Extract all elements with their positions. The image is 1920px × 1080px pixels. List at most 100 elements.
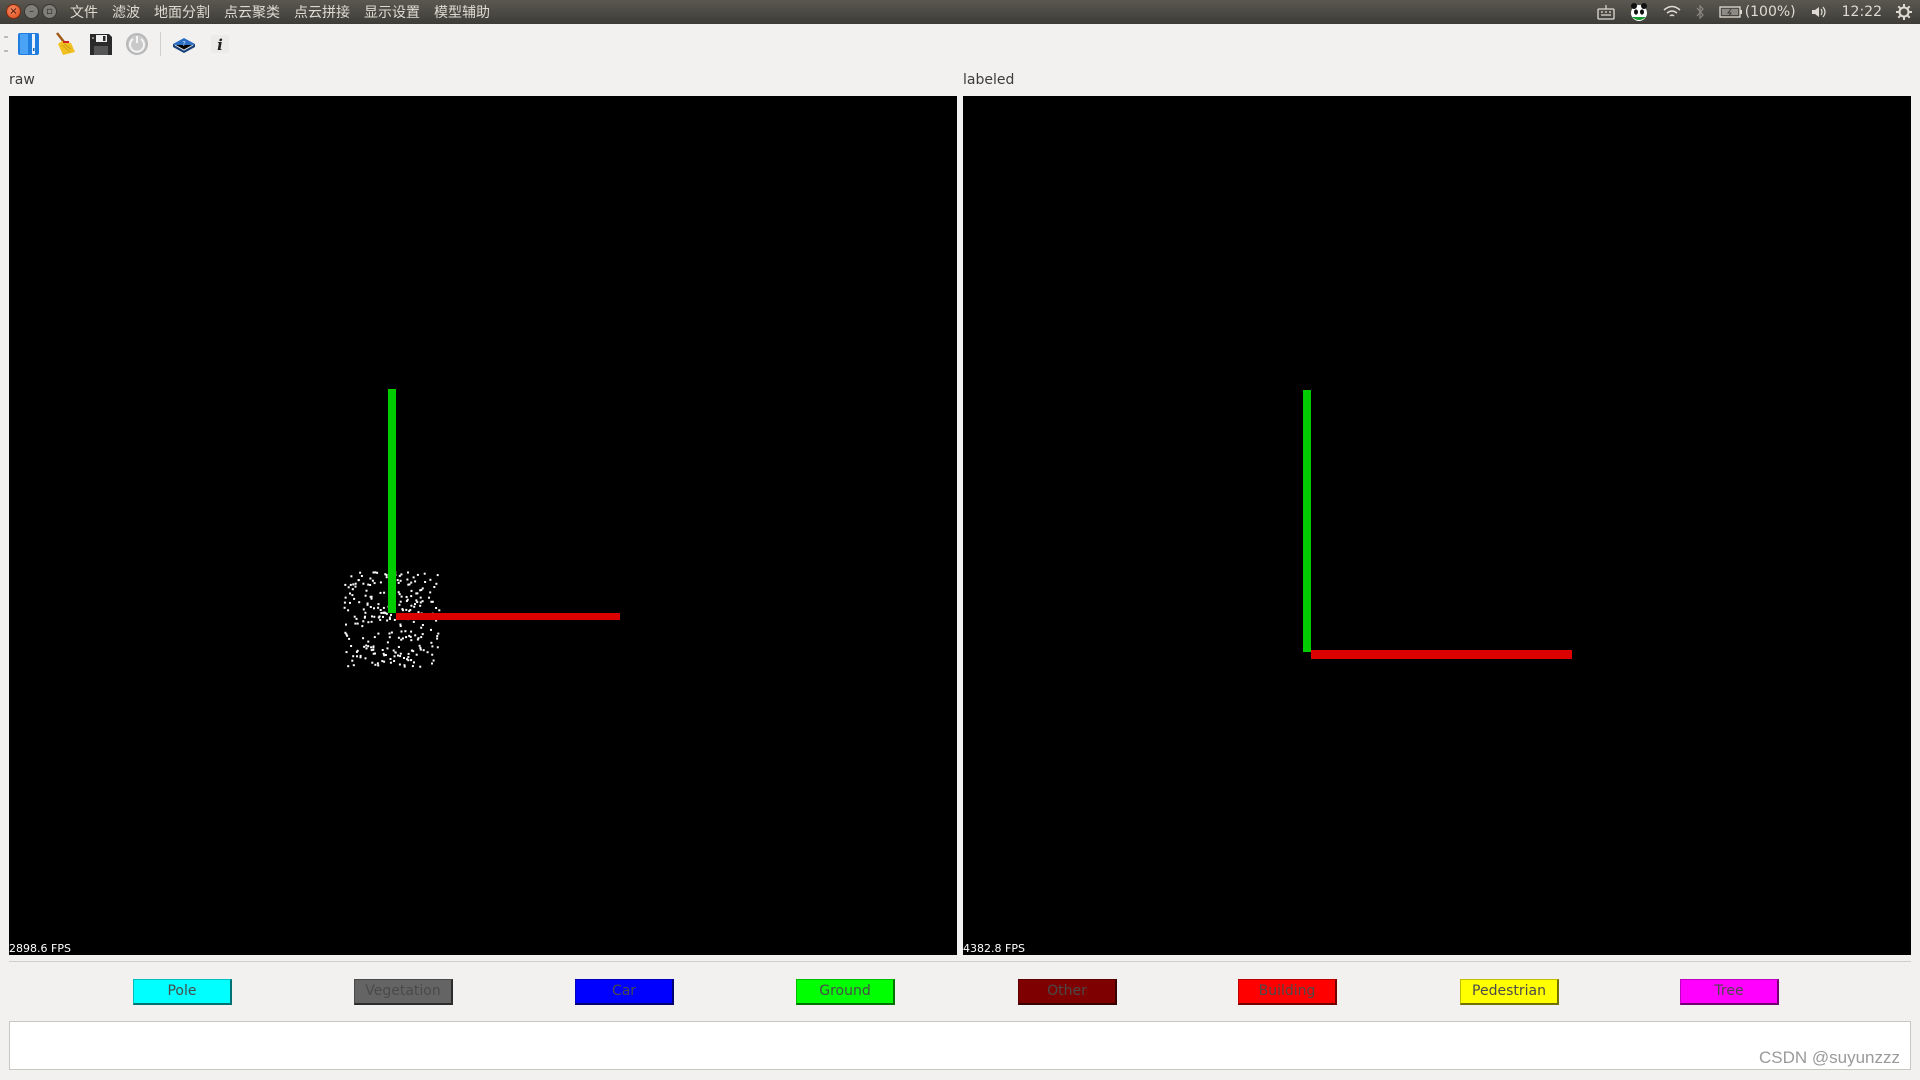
point bbox=[367, 621, 370, 624]
point bbox=[400, 638, 403, 641]
point bbox=[399, 625, 402, 627]
point bbox=[417, 637, 420, 640]
menu-point-cloud-registration[interactable]: 点云拼接 bbox=[294, 2, 350, 22]
label-button-other[interactable]: Other bbox=[1018, 979, 1117, 1005]
point bbox=[386, 647, 389, 650]
point bbox=[436, 637, 439, 640]
raw-point-cloud-view[interactable]: 2898.6 FPS bbox=[9, 96, 957, 955]
point bbox=[399, 655, 402, 658]
point bbox=[433, 586, 436, 588]
point bbox=[356, 649, 359, 652]
window-maximize-button[interactable]: ▫ bbox=[42, 4, 57, 19]
point bbox=[388, 636, 391, 639]
window-close-button[interactable]: × bbox=[6, 4, 21, 19]
menu-ground-segmentation[interactable]: 地面分割 bbox=[154, 2, 210, 22]
help-button[interactable]: ? bbox=[172, 32, 196, 56]
point bbox=[381, 660, 384, 663]
point bbox=[417, 611, 420, 614]
bluetooth-icon[interactable] bbox=[1695, 4, 1705, 20]
point bbox=[351, 588, 354, 591]
open-file-button[interactable] bbox=[17, 32, 41, 56]
point bbox=[381, 649, 384, 651]
point bbox=[385, 612, 388, 615]
point bbox=[374, 663, 377, 666]
point bbox=[374, 571, 377, 574]
keyboard-icon[interactable] bbox=[1597, 4, 1615, 20]
labeled-point-cloud-view[interactable]: 4382.8 FPS bbox=[963, 96, 1911, 955]
label-button-car[interactable]: Car bbox=[575, 979, 674, 1005]
point bbox=[344, 596, 347, 599]
point bbox=[356, 622, 359, 625]
point bbox=[370, 620, 373, 623]
power-button[interactable] bbox=[125, 32, 149, 56]
point bbox=[410, 604, 413, 607]
point bbox=[389, 661, 392, 664]
point bbox=[420, 626, 423, 629]
raw-viewport-canvas[interactable] bbox=[9, 96, 957, 955]
point bbox=[367, 583, 370, 586]
panda-icon[interactable] bbox=[1629, 2, 1649, 22]
menu-display-settings[interactable]: 显示设置 bbox=[364, 2, 420, 22]
battery-indicator[interactable]: (100%) bbox=[1719, 4, 1796, 20]
labeled-viewport-canvas[interactable] bbox=[963, 96, 1911, 955]
point bbox=[346, 634, 349, 637]
power-settings-icon[interactable] bbox=[1896, 4, 1912, 20]
info-icon: i bbox=[211, 35, 229, 54]
menu-model-assist[interactable]: 模型辅助 bbox=[434, 2, 490, 22]
point bbox=[415, 653, 418, 656]
point bbox=[358, 601, 361, 604]
raw-fps-counter: 2898.6 FPS bbox=[9, 942, 71, 955]
window-minimize-button[interactable]: – bbox=[24, 4, 39, 19]
point bbox=[350, 575, 353, 578]
point bbox=[436, 635, 439, 638]
menu-point-cloud-clustering[interactable]: 点云聚类 bbox=[224, 2, 280, 22]
point bbox=[410, 659, 413, 662]
volume-icon[interactable] bbox=[1810, 4, 1828, 20]
clear-button[interactable] bbox=[53, 32, 77, 56]
battery-icon bbox=[1719, 6, 1742, 18]
menu-filter[interactable]: 滤波 bbox=[112, 2, 140, 22]
label-button-building[interactable]: Building bbox=[1238, 979, 1337, 1005]
menu-file[interactable]: 文件 bbox=[70, 2, 98, 22]
point bbox=[383, 611, 386, 614]
label-button-ground[interactable]: Ground bbox=[796, 979, 895, 1005]
point bbox=[404, 630, 407, 633]
label-button-vegetation[interactable]: Vegetation bbox=[354, 979, 453, 1005]
point bbox=[414, 603, 416, 606]
point bbox=[370, 597, 373, 600]
point bbox=[423, 572, 426, 575]
point bbox=[377, 632, 380, 635]
about-button[interactable]: i bbox=[208, 32, 232, 56]
point bbox=[373, 607, 375, 610]
save-button[interactable] bbox=[89, 32, 113, 56]
point bbox=[382, 606, 385, 609]
point bbox=[430, 641, 433, 644]
point bbox=[347, 609, 350, 612]
point bbox=[343, 601, 346, 604]
toolbar-grip[interactable] bbox=[4, 36, 8, 52]
point bbox=[407, 659, 410, 662]
label-button-tree[interactable]: Tree bbox=[1680, 979, 1779, 1005]
point bbox=[412, 650, 415, 653]
point bbox=[386, 641, 389, 644]
point bbox=[428, 596, 430, 599]
point bbox=[416, 592, 419, 595]
point bbox=[426, 651, 429, 654]
label-button-pedestrian[interactable]: Pedestrian bbox=[1460, 979, 1559, 1005]
point bbox=[389, 658, 392, 660]
point bbox=[435, 607, 438, 609]
point bbox=[407, 652, 410, 655]
point bbox=[373, 615, 376, 618]
clock[interactable]: 12:22 bbox=[1842, 4, 1882, 20]
point bbox=[406, 598, 409, 601]
point bbox=[400, 595, 403, 598]
output-log-textarea[interactable] bbox=[9, 1021, 1911, 1070]
minimize-icon: – bbox=[29, 6, 34, 17]
point bbox=[414, 634, 417, 637]
label-button-pole[interactable]: Pole bbox=[133, 979, 232, 1005]
wifi-icon[interactable] bbox=[1663, 5, 1681, 19]
point bbox=[429, 578, 432, 581]
point bbox=[352, 583, 355, 586]
point bbox=[354, 622, 357, 625]
toolbar-separator bbox=[160, 32, 161, 56]
